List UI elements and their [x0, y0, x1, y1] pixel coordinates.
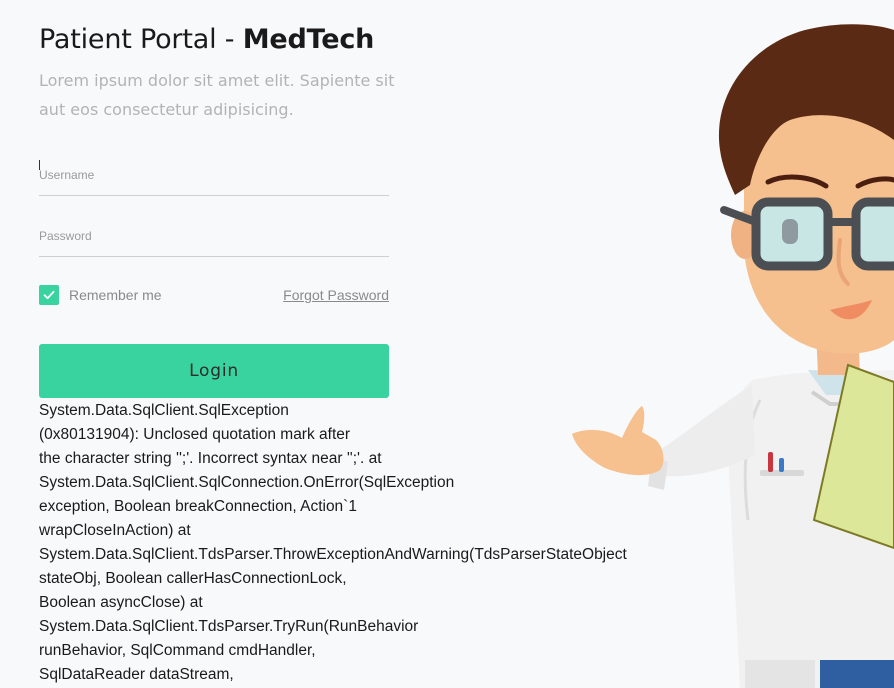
doctor-illustration	[572, 24, 894, 688]
page-title-main: Patient Portal -	[39, 24, 243, 55]
error-line: the character string '';'. Incorrect syn…	[39, 450, 382, 467]
error-line: System.Data.SqlClient.SqlConnection.OnEr…	[39, 474, 455, 491]
brand-name: MedTech	[242, 24, 375, 55]
error-line: SqlDataReader dataStream,	[39, 666, 234, 683]
error-line: (0x80131904): Unclosed quotation mark af…	[39, 426, 351, 443]
error-line: exception, Boolean breakConnection, Acti…	[39, 498, 357, 515]
error-line: System.Data.SqlClient.TdsParser.TryRun(R…	[39, 618, 419, 635]
login-button[interactable]: Login	[39, 344, 389, 398]
subtitle-line-1: Lorem ipsum dolor sit amet elit. Sapient…	[39, 71, 395, 90]
password-input[interactable]	[39, 224, 389, 248]
error-line: runBehavior, SqlCommand cmdHandler,	[39, 642, 316, 659]
error-message: System.Data.SqlClient.SqlException (0x801…	[39, 399, 649, 687]
page-title: Patient Portal - MedTech	[39, 22, 649, 58]
login-panel: Patient Portal - MedTech Lorem ipsum dol…	[39, 22, 649, 687]
username-field	[39, 157, 389, 196]
subtitle-line-2: aut eos consectetur adipisicing.	[39, 100, 294, 119]
error-line: Boolean asyncClose) at	[39, 594, 203, 611]
password-field	[39, 218, 389, 257]
error-line: wrapCloseInAction) at	[39, 522, 191, 539]
remember-me: Remember me	[39, 285, 162, 305]
forgot-password-link[interactable]: Forgot Password	[283, 287, 389, 303]
remember-me-checkbox[interactable]	[39, 285, 59, 305]
form-options-row: Remember me Forgot Password	[39, 284, 389, 306]
error-line: System.Data.SqlClient.SqlException	[39, 402, 289, 419]
error-line: stateObj, Boolean callerHasConnectionLoc…	[39, 570, 347, 587]
check-icon	[43, 290, 55, 300]
page-subtitle: Lorem ipsum dolor sit amet elit. Sapient…	[39, 66, 399, 124]
remember-me-label: Remember me	[69, 287, 162, 303]
error-line: System.Data.SqlClient.TdsParser.ThrowExc…	[39, 546, 627, 563]
username-input[interactable]	[39, 163, 389, 187]
